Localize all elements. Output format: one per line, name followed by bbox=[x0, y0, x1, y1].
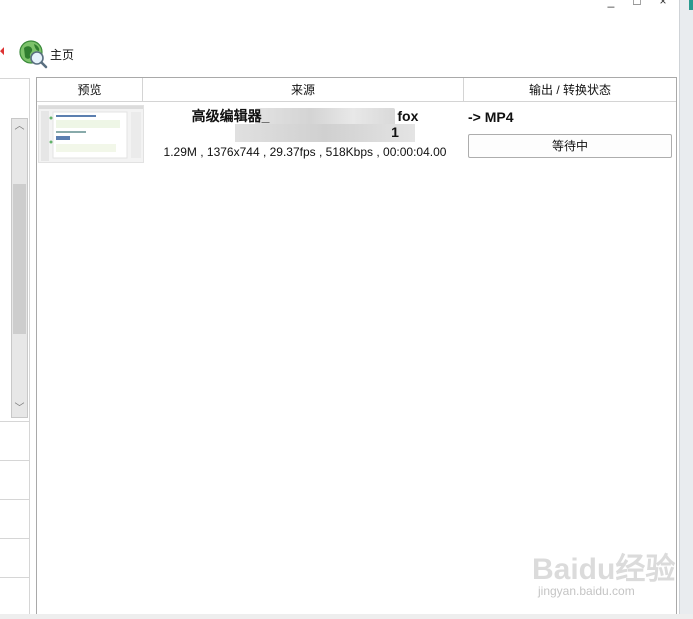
minimize-icon[interactable]: _ bbox=[604, 0, 618, 8]
thumbnail-image bbox=[39, 106, 143, 162]
home-button[interactable]: 主页 bbox=[18, 38, 74, 70]
left-panel: ︿ ﹀ bbox=[0, 78, 30, 619]
watermark: Baidu经验 jingyan.baidu.com bbox=[532, 544, 682, 604]
source-title-end: fox bbox=[397, 108, 419, 124]
source-file-name: 高级编辑器_ fox bbox=[145, 106, 465, 126]
source-title-start: 高级编辑器_ bbox=[191, 108, 270, 124]
scroll-up-icon[interactable]: ︿ bbox=[12, 119, 27, 135]
table-row[interactable]: 高级编辑器_ fox 1 1.29M , 1376x744 , 29.37fps … bbox=[37, 102, 676, 164]
close-icon[interactable]: × bbox=[656, 0, 670, 8]
list-row-divider bbox=[0, 538, 30, 539]
conversion-list: 预览 来源 输出 / 转换状态 高级编辑器_ fox 1 1.29M , 137… bbox=[36, 77, 677, 619]
watermark-brand: Baidu经验 bbox=[532, 553, 676, 586]
scroll-down-icon[interactable]: ﹀ bbox=[12, 401, 27, 417]
panel-border bbox=[29, 78, 30, 619]
bottom-edge bbox=[0, 614, 693, 619]
maximize-icon[interactable]: □ bbox=[630, 0, 644, 8]
vertical-scrollbar[interactable]: ︿ ﹀ bbox=[11, 118, 28, 418]
column-header-source[interactable]: 来源 bbox=[143, 78, 464, 101]
watermark-url: jingyan.baidu.com bbox=[538, 584, 635, 598]
globe-search-icon bbox=[19, 40, 48, 69]
source-media-info: 1.29M , 1376x744 , 29.37fps , 518Kbps , … bbox=[163, 145, 447, 159]
list-row-divider bbox=[0, 577, 30, 578]
right-window-edge bbox=[679, 0, 693, 619]
source-line2-end: 1 bbox=[391, 124, 399, 140]
column-header-output[interactable]: 输出 / 转换状态 bbox=[464, 78, 676, 101]
column-header-row: 预览 来源 输出 / 转换状态 bbox=[37, 78, 676, 102]
list-row-divider bbox=[0, 421, 30, 422]
source-file-name-line2: 1 bbox=[145, 124, 465, 140]
list-row-divider bbox=[0, 460, 30, 461]
truncated-toolbar-icon[interactable]: ◆ bbox=[0, 44, 4, 58]
divider bbox=[0, 78, 30, 79]
video-preview-thumbnail bbox=[38, 105, 144, 163]
home-label: 主页 bbox=[50, 47, 75, 62]
column-header-preview[interactable]: 预览 bbox=[37, 78, 143, 101]
output-format: -> MP4 bbox=[468, 109, 514, 125]
list-row-divider bbox=[0, 499, 30, 500]
accent-bar bbox=[689, 0, 693, 10]
scrollbar-thumb[interactable] bbox=[13, 184, 26, 334]
conversion-status-button[interactable]: 等待中 bbox=[468, 134, 672, 158]
title-bar-area: _ □ × bbox=[0, 0, 693, 28]
